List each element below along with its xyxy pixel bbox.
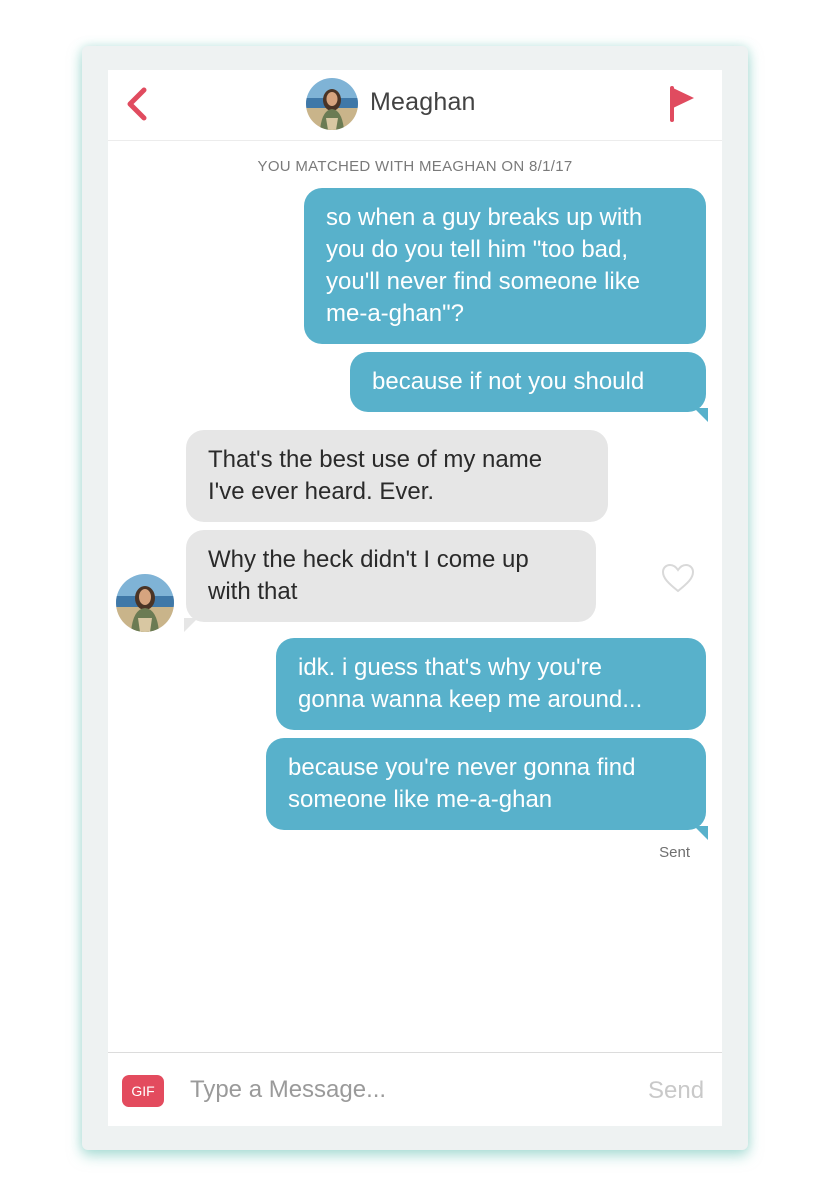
chat-header: Meaghan xyxy=(108,70,722,141)
chat-screen: Meaghan YOU MATCHED WITH MEAGHAN ON 8/1/… xyxy=(108,70,722,1126)
back-button[interactable] xyxy=(122,86,152,122)
send-button[interactable]: Send xyxy=(648,1077,704,1105)
sender-avatar[interactable] xyxy=(116,574,174,632)
report-button[interactable] xyxy=(664,84,698,124)
message-sent[interactable]: so when a guy breaks up with you do you … xyxy=(304,188,706,344)
chevron-left-icon xyxy=(127,87,147,121)
message-received[interactable]: Why the heck didn't I come up with that xyxy=(184,530,596,632)
heart-outline-icon[interactable] xyxy=(660,562,696,594)
flag-icon xyxy=(670,86,694,122)
message-composer: GIF Send xyxy=(108,1052,722,1126)
message-sent[interactable]: idk. i guess that's why you're gonna wan… xyxy=(276,638,706,730)
delivery-status: Sent xyxy=(659,844,690,861)
match-banner: YOU MATCHED WITH MEAGHAN ON 8/1/17 xyxy=(257,158,573,175)
message-sent[interactable]: because you're never gonna find someone … xyxy=(266,738,708,840)
message-sent[interactable]: because if not you should xyxy=(350,352,708,422)
message-received[interactable]: That's the best use of my name I've ever… xyxy=(186,430,608,522)
contact-avatar[interactable] xyxy=(306,78,358,130)
message-input[interactable] xyxy=(190,1069,610,1111)
contact-name[interactable]: Meaghan xyxy=(370,88,476,117)
gif-button[interactable]: GIF xyxy=(122,1075,164,1107)
